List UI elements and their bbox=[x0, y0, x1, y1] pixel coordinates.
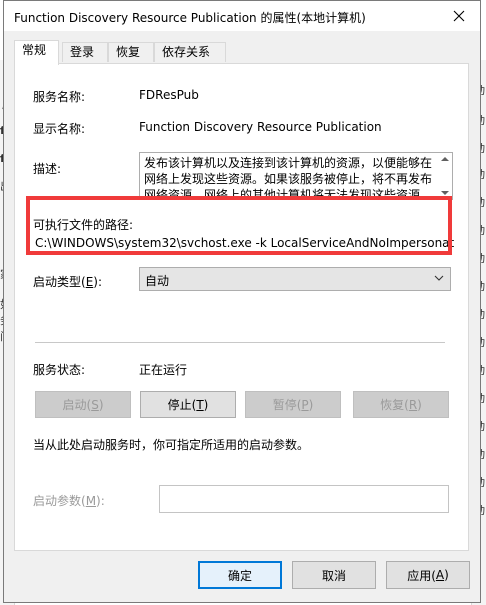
service-name-value: FDResPub bbox=[139, 88, 199, 102]
display-name-label: 显示名称: bbox=[33, 122, 86, 136]
general-panel: 服务名称: FDResPub 显示名称: Function Discovery … bbox=[14, 63, 469, 551]
service-status-label: 服务状态: bbox=[33, 363, 86, 377]
resume-button[interactable]: 恢复(R) bbox=[353, 391, 449, 418]
startup-type-label: 启动类型(E): bbox=[33, 275, 103, 289]
scroll-down-icon[interactable] bbox=[441, 191, 449, 195]
window-title: Function Discovery Resource Publication … bbox=[14, 11, 366, 25]
tab-general[interactable]: 常规 bbox=[14, 40, 59, 65]
start-params-input[interactable] bbox=[159, 485, 449, 513]
tab-logon[interactable]: 登录 bbox=[62, 42, 108, 62]
tab-dependencies[interactable]: 依存关系 bbox=[154, 42, 226, 62]
description-label: 描述: bbox=[33, 162, 62, 176]
description-box[interactable]: 发布该计算机以及连接到该计算机的资源，以便能够在网络上发现这些资源。如果该服务被… bbox=[139, 152, 453, 200]
description-text: 发布该计算机以及连接到该计算机的资源，以便能够在网络上发现这些资源。如果该服务被… bbox=[144, 156, 433, 200]
chevron-down-icon bbox=[434, 275, 444, 281]
display-name-value: Function Discovery Resource Publication bbox=[139, 120, 382, 134]
startup-type-value: 自动 bbox=[145, 274, 170, 288]
apply-button[interactable]: 应用(A) bbox=[386, 561, 470, 589]
exe-path-value: C:\WINDOWS\system32\svchost.exe -k Local… bbox=[35, 236, 455, 250]
startup-type-select[interactable]: 自动 bbox=[139, 267, 451, 291]
description-scrollbar[interactable] bbox=[438, 153, 452, 199]
close-button[interactable] bbox=[442, 3, 476, 29]
service-properties-dialog: Function Discovery Resource Publication … bbox=[3, 0, 481, 603]
ok-button[interactable]: 确定 bbox=[198, 561, 282, 589]
exe-path-label: 可执行文件的路径: bbox=[33, 218, 134, 232]
start-params-label: 启动参数(M): bbox=[33, 494, 105, 508]
scroll-up-icon[interactable] bbox=[441, 157, 449, 161]
tab-recovery[interactable]: 恢复 bbox=[108, 42, 154, 62]
start-params-hint: 当从此处启动服务时，你可指定所适用的启动参数。 bbox=[33, 438, 310, 452]
title-bar[interactable]: Function Discovery Resource Publication … bbox=[4, 1, 480, 31]
service-status-value: 正在运行 bbox=[139, 363, 188, 377]
start-button[interactable]: 启动(S) bbox=[35, 391, 131, 418]
separator bbox=[35, 342, 445, 343]
cancel-button[interactable]: 取消 bbox=[292, 561, 376, 589]
service-name-label: 服务名称: bbox=[33, 90, 86, 104]
pause-button[interactable]: 暂停(P) bbox=[245, 391, 341, 418]
stop-button[interactable]: 停止(T) bbox=[140, 391, 236, 418]
close-icon bbox=[453, 10, 465, 22]
